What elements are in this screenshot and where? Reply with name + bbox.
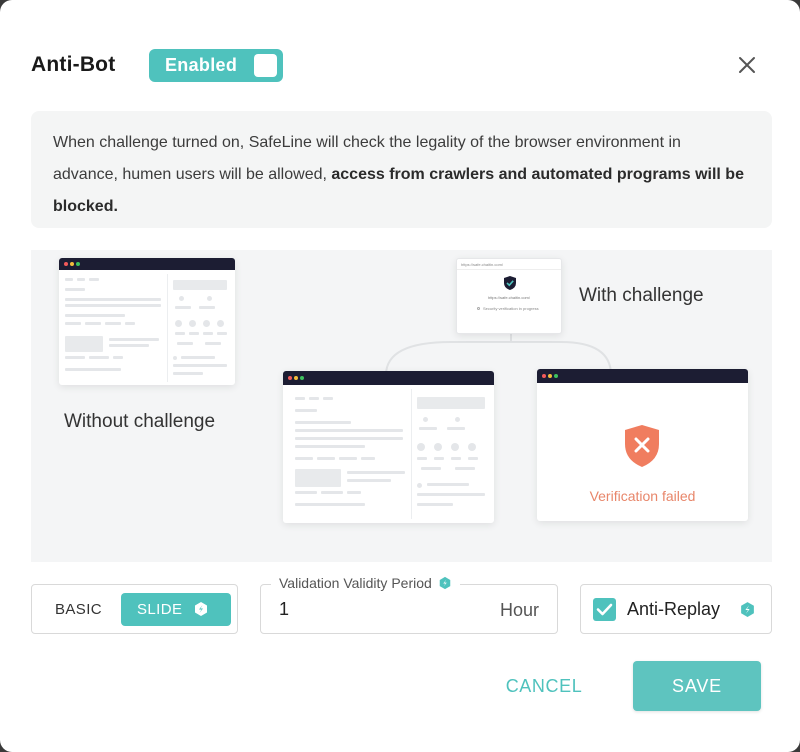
- mode-basic-option[interactable]: BASIC: [55, 601, 102, 618]
- enabled-toggle-label: Enabled: [165, 55, 238, 75]
- info-box: When challenge turned on, SafeLine will …: [31, 111, 772, 228]
- challenge-illustration: Without challenge https://safe.chaitin.c…: [31, 250, 772, 562]
- validity-period-label: Validation Validity Period: [279, 575, 432, 591]
- browser-window-without-challenge: [59, 258, 235, 385]
- shield-fail-icon: [625, 425, 659, 467]
- verification-failed-text: Verification failed: [589, 488, 696, 504]
- checkmark-icon: [596, 603, 613, 616]
- anti-replay-option[interactable]: Anti-Replay: [580, 584, 772, 634]
- validity-period-field: Validation Validity Period Hour: [260, 575, 558, 634]
- browser-window-passed: [283, 371, 494, 523]
- anti-replay-checkbox[interactable]: [593, 598, 616, 621]
- mode-selector: BASIC SLIDE: [31, 584, 238, 634]
- toggle-knob: [254, 54, 277, 77]
- popup-url: https://safe.chaitin.com/: [461, 262, 504, 267]
- pro-badge-icon: [741, 602, 754, 617]
- anti-bot-dialog: Anti-Bot Enabled When challenge turned o…: [0, 0, 800, 752]
- validity-period-unit: Hour: [499, 600, 539, 620]
- without-challenge-caption: Without challenge: [64, 411, 216, 432]
- validity-period-input[interactable]: [279, 599, 479, 620]
- popup-status: Security verification in progress: [483, 306, 539, 311]
- popup-domain: https://safe.chaitin.com/: [487, 295, 531, 300]
- close-button[interactable]: [735, 53, 759, 77]
- browser-window-failed: Verification failed: [537, 369, 748, 521]
- cancel-button[interactable]: CANCEL: [497, 661, 591, 711]
- mode-slide-label: SLIDE: [137, 601, 183, 618]
- save-button[interactable]: SAVE: [633, 661, 761, 711]
- mode-slide-option[interactable]: SLIDE: [121, 593, 231, 626]
- anti-replay-label: Anti-Replay: [627, 599, 721, 619]
- validity-period-label-wrap: Validation Validity Period: [271, 575, 460, 591]
- with-challenge-caption: With challenge: [579, 285, 704, 306]
- pro-badge-icon: [439, 576, 451, 590]
- shield-check-icon: [504, 276, 516, 290]
- enabled-toggle[interactable]: Enabled: [149, 49, 283, 82]
- close-icon: [739, 57, 755, 73]
- dialog-title: Anti-Bot: [31, 53, 116, 76]
- verification-popup: https://safe.chaitin.com/ https://safe.c…: [456, 258, 562, 334]
- pro-badge-icon: [195, 602, 207, 616]
